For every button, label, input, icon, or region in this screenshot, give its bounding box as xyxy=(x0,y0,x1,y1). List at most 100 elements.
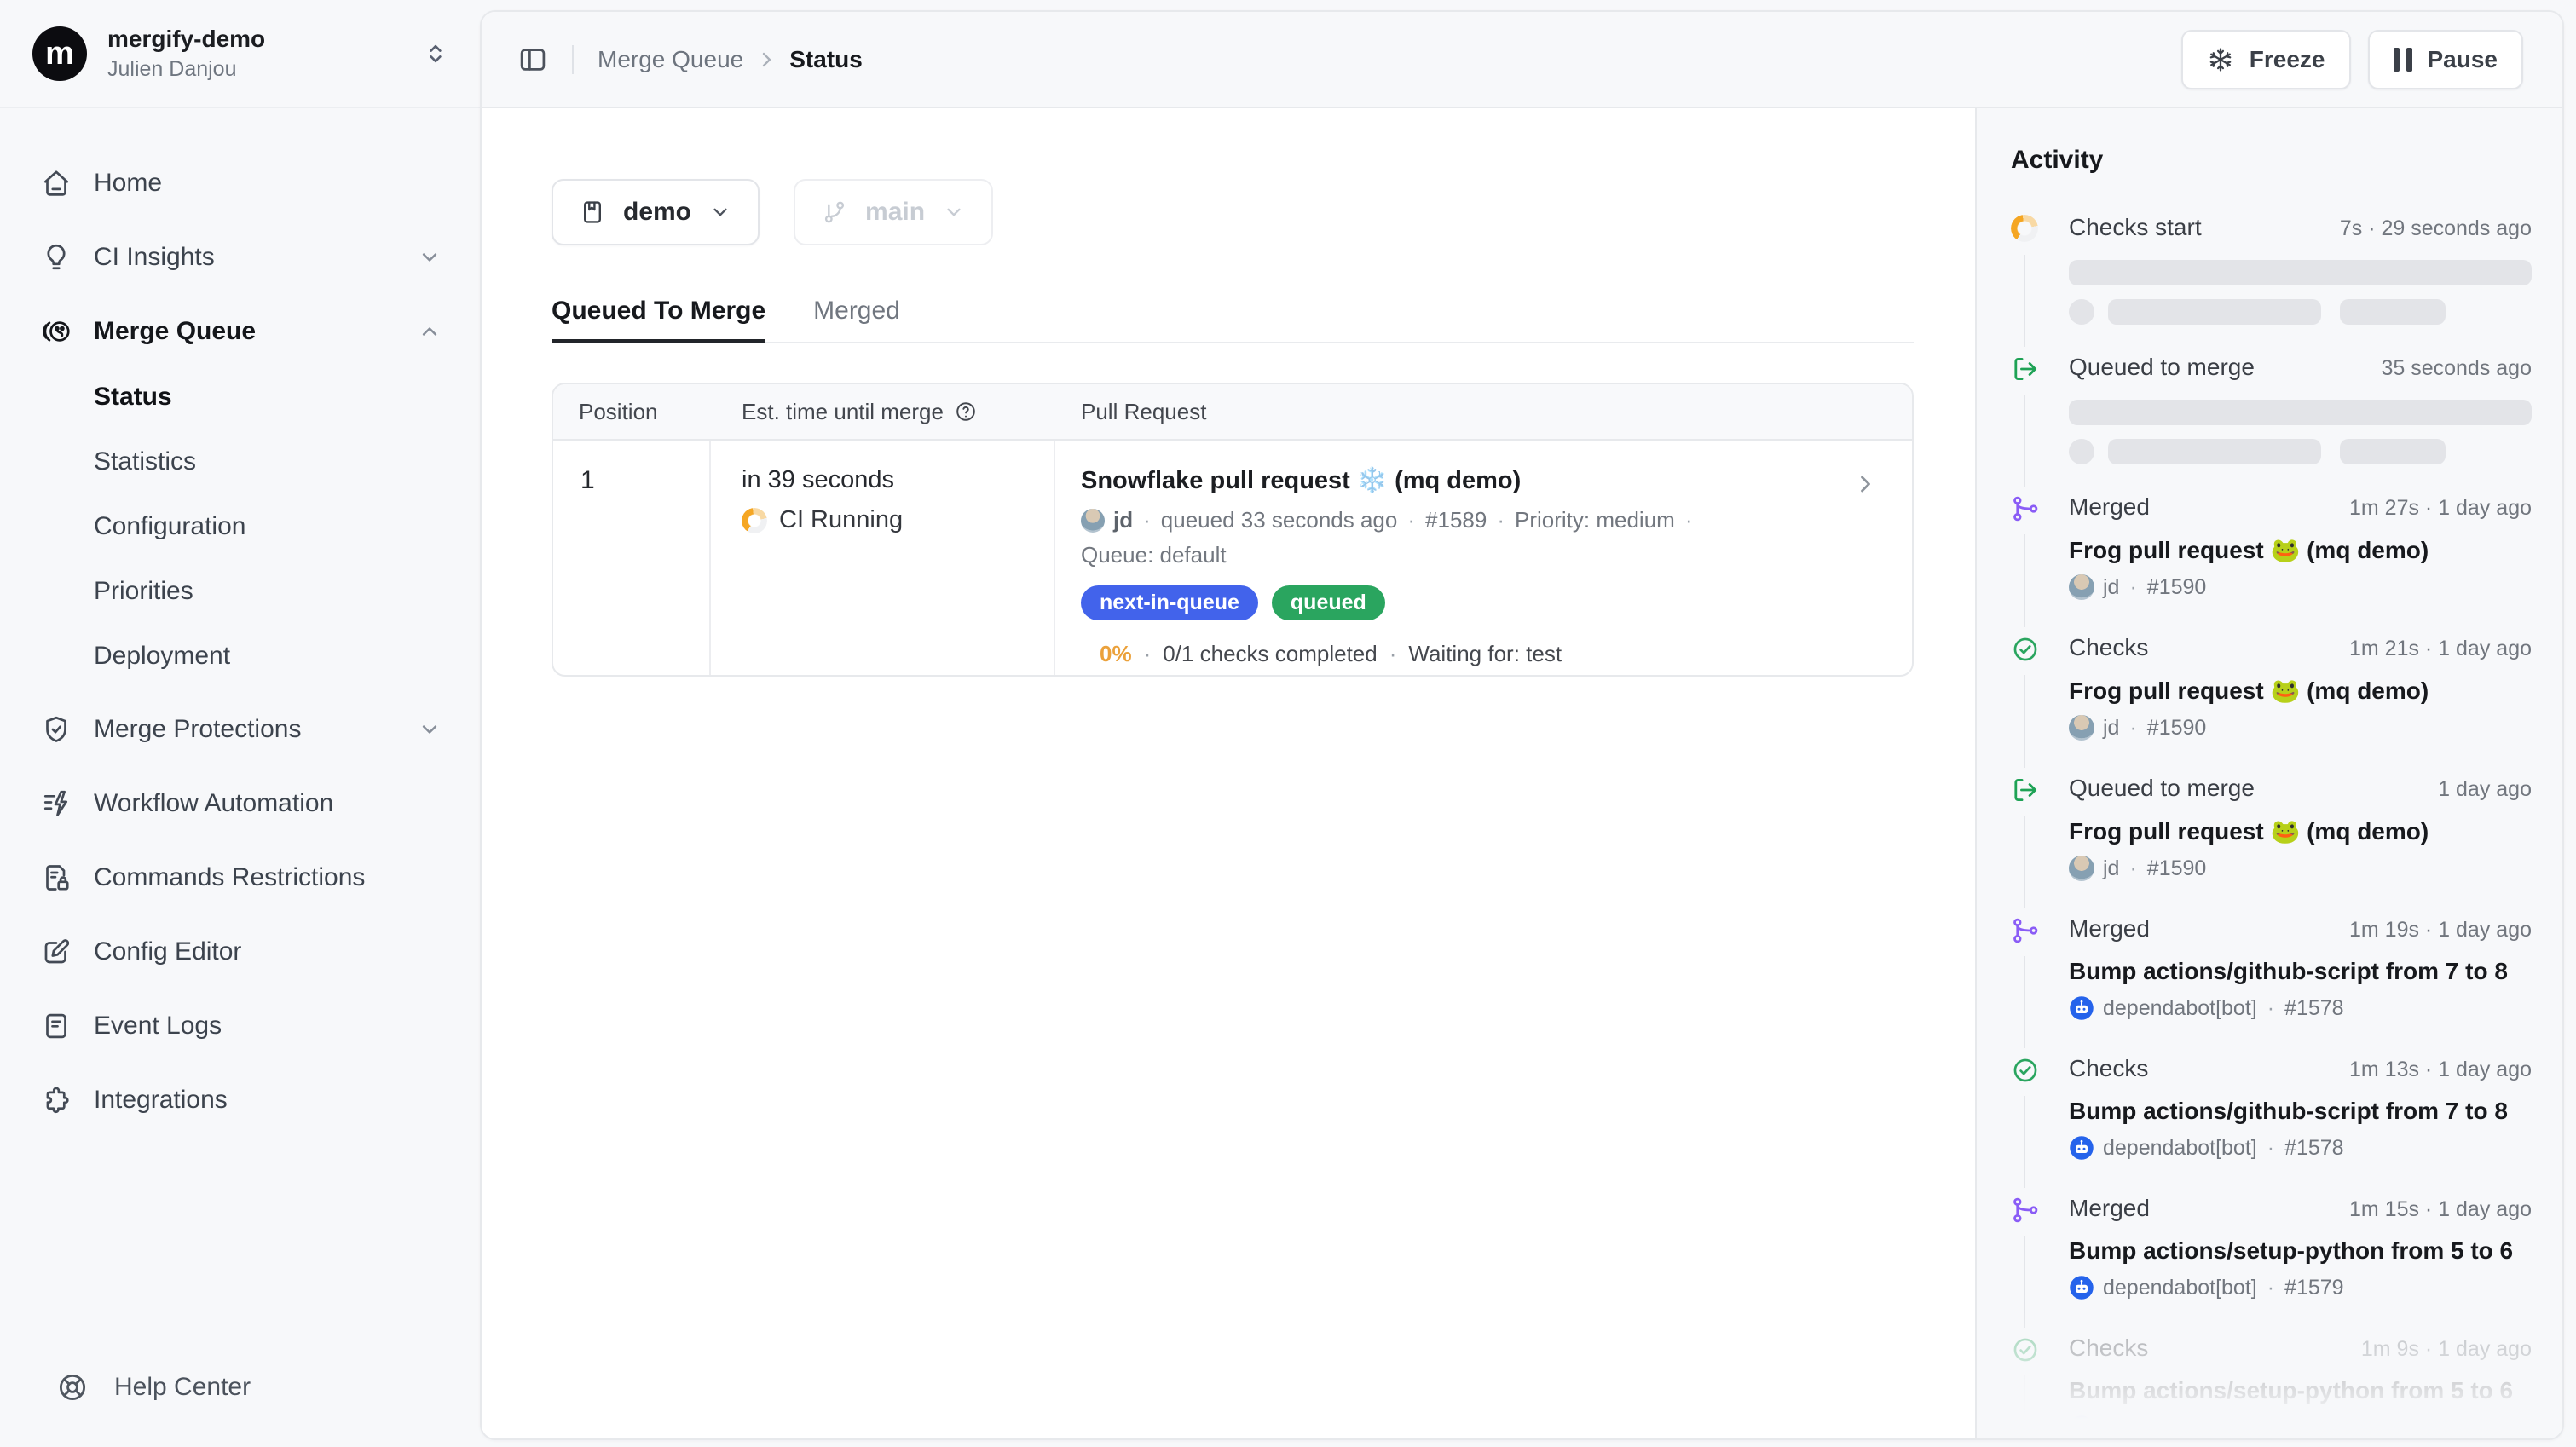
sidebar-item-merge-queue[interactable]: Merge Queue xyxy=(41,311,442,352)
queue-row[interactable]: 1 in 39 seconds CI Running Snowflake pul… xyxy=(553,441,1912,675)
author-login: dependabot[bot] xyxy=(2103,1136,2257,1161)
subitem-label: Status xyxy=(94,383,172,412)
queued-to-merge-icon xyxy=(2011,355,2040,383)
event-title: Queued to merge xyxy=(2069,775,2255,802)
timeline-connector xyxy=(2024,395,2025,487)
event-pr-title[interactable]: Frog pull request 🐸 (mq demo) xyxy=(2069,677,2532,705)
sidebar-item-label: Event Logs xyxy=(94,1012,222,1041)
pr-number[interactable]: #1590 xyxy=(2147,856,2207,881)
queue-table-header: Position Est. time until merge Pull Requ… xyxy=(553,384,1912,441)
git-merge-icon xyxy=(2011,494,2040,523)
cell-eta: in 39 seconds CI Running xyxy=(711,441,1055,675)
pr-number[interactable]: #1590 xyxy=(2147,575,2207,600)
sidebar-item-merge-protections[interactable]: Merge Protections xyxy=(41,709,442,750)
event-pr-title[interactable]: Bump actions/github-script from 7 to 8 xyxy=(2069,1098,2532,1125)
lifebuoy-icon xyxy=(56,1371,89,1404)
pr-number[interactable]: #1578 xyxy=(2284,996,2344,1021)
event-pr-title[interactable]: Frog pull request 🐸 (mq demo) xyxy=(2069,817,2532,845)
dot-separator: · xyxy=(2267,996,2274,1021)
chevron-down-icon xyxy=(417,717,442,742)
repository-selector[interactable]: demo xyxy=(552,179,760,245)
breadcrumb-divider xyxy=(572,45,574,74)
sidebar-item-label: Merge Protections xyxy=(94,715,301,744)
org-meta: mergify-demo Julien Danjou xyxy=(107,26,265,82)
sidebar-nav: Home CI Insights Merge Queue Status Stat… xyxy=(0,108,480,1371)
mergify-logo: m xyxy=(32,26,87,81)
author-avatar xyxy=(2069,715,2094,741)
question-circle-icon[interactable] xyxy=(954,400,978,424)
help-center-label: Help Center xyxy=(114,1373,251,1402)
sidebar-item-commands-restrictions[interactable]: Commands Restrictions xyxy=(41,857,442,898)
sidebar-subitem-status[interactable]: Status xyxy=(41,378,442,416)
checks-progress: 0% xyxy=(1100,641,1132,667)
col-eta: Est. time until merge xyxy=(711,399,1055,425)
freeze-button[interactable]: Freeze xyxy=(2181,30,2351,89)
help-center-link[interactable]: Help Center xyxy=(0,1371,480,1447)
pause-button[interactable]: Pause xyxy=(2368,30,2524,89)
breadcrumb-parent[interactable]: Merge Queue xyxy=(598,46,743,73)
subitem-label: Statistics xyxy=(94,447,196,476)
event-pr-title[interactable]: Bump actions/setup-python from 5 to 6 xyxy=(2069,1377,2532,1404)
activity-event-checks-start: Checks start 7s · 29 seconds ago xyxy=(2011,214,2532,354)
header-actions: Freeze Pause xyxy=(2181,30,2523,89)
author-login: jd xyxy=(1113,507,1133,533)
sidebar-subitem-priorities[interactable]: Priorities xyxy=(41,573,442,610)
chevron-down-icon xyxy=(708,200,732,224)
sidebar-item-home[interactable]: Home xyxy=(41,163,442,204)
selectors: demo main xyxy=(552,179,1914,245)
lightbulb-icon xyxy=(41,242,72,273)
pencil-square-icon xyxy=(41,937,72,967)
pr-number[interactable]: #1579 xyxy=(2284,1276,2344,1300)
sidebar-subitem-statistics[interactable]: Statistics xyxy=(41,443,442,481)
row-expand-chevron-icon[interactable] xyxy=(1852,471,1878,497)
sidebar-item-event-logs[interactable]: Event Logs xyxy=(41,1006,442,1046)
event-time: 7s · 29 seconds ago xyxy=(2340,216,2532,241)
pr-number[interactable]: #1578 xyxy=(2284,1136,2344,1161)
check-circle-icon xyxy=(2011,1056,2040,1085)
dependabot-avatar xyxy=(2069,1135,2094,1161)
pr-queued-ago: queued 33 seconds ago xyxy=(1161,507,1425,533)
chevron-down-icon xyxy=(942,200,966,224)
event-time: 35 seconds ago xyxy=(2381,356,2532,381)
tab-queued-to-merge[interactable]: Queued To Merge xyxy=(552,297,765,343)
event-pr-meta: dependabot[bot] · #1578 xyxy=(2069,1135,2532,1161)
timeline-connector xyxy=(2024,1375,2025,1438)
activity-event-merged: Merged1m 27s · 1 day ago Frog pull reque… xyxy=(2011,493,2532,634)
col-eta-label: Est. time until merge xyxy=(742,399,944,425)
sidebar-subitem-deployment[interactable]: Deployment xyxy=(41,637,442,675)
file-lock-icon xyxy=(41,862,72,893)
check-circle-icon xyxy=(2011,635,2040,664)
sidebar-item-integrations[interactable]: Integrations xyxy=(41,1080,442,1121)
pr-number[interactable]: #1590 xyxy=(2147,716,2207,741)
git-branch-icon xyxy=(821,199,848,226)
shield-check-icon xyxy=(41,714,72,745)
event-time: 1m 9s · 1 day ago xyxy=(2361,1337,2532,1362)
sidebar-item-config-editor[interactable]: Config Editor xyxy=(41,931,442,972)
sidebar-item-ci-insights[interactable]: CI Insights xyxy=(41,237,442,278)
dot-separator: · xyxy=(2267,1136,2274,1161)
pr-labels: next-in-queue queued xyxy=(1081,585,1818,620)
sidebar-toggle-icon[interactable] xyxy=(517,44,548,75)
org-switcher[interactable]: m mergify-demo Julien Danjou xyxy=(0,0,480,108)
queue-table: Position Est. time until merge Pull Requ… xyxy=(552,383,1914,677)
event-title: Checks start xyxy=(2069,214,2202,241)
timeline-connector xyxy=(2024,534,2025,627)
event-pr-title[interactable]: Frog pull request 🐸 (mq demo) xyxy=(2069,536,2532,564)
subitem-label: Deployment xyxy=(94,642,230,671)
event-pr-title[interactable]: Bump actions/github-script from 7 to 8 xyxy=(2069,958,2532,985)
event-pr-meta: jd·#1590 xyxy=(2069,715,2532,741)
ci-spinner-icon xyxy=(742,508,767,533)
eta-value: in 39 seconds xyxy=(742,466,1054,494)
tab-merged[interactable]: Merged xyxy=(813,297,900,343)
sidebar-item-workflow-automation[interactable]: Workflow Automation xyxy=(41,783,442,824)
activity-events: Checks start 7s · 29 seconds ago Queued t… xyxy=(2011,214,2532,1438)
repo-book-icon xyxy=(579,199,606,226)
author-login: jd xyxy=(2103,716,2119,741)
dot-separator: · xyxy=(2267,1276,2274,1300)
sidebar-subitem-configuration[interactable]: Configuration xyxy=(41,508,442,545)
activity-event-checks: Checks1m 21s · 1 day ago Frog pull reque… xyxy=(2011,634,2532,775)
event-title: Checks xyxy=(2069,634,2148,661)
pr-title[interactable]: Snowflake pull request ❄️ (mq demo) xyxy=(1081,466,1818,495)
pr-priority: Priority: medium xyxy=(1515,507,1703,533)
event-pr-title[interactable]: Bump actions/setup-python from 5 to 6 xyxy=(2069,1237,2532,1265)
